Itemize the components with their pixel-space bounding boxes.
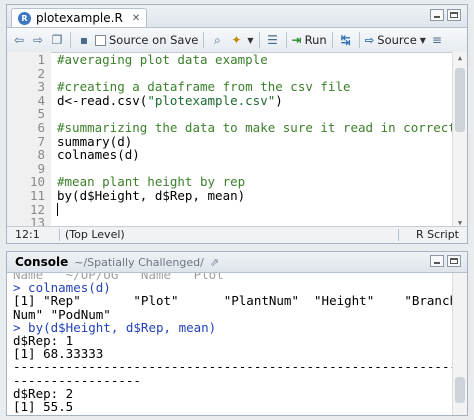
maximize-pane-button[interactable] [447, 255, 461, 267]
console-scrollbar-thumb[interactable] [455, 377, 465, 403]
toolbar-divider [358, 32, 360, 48]
back-arrow-icon[interactable]: ⇦ [11, 32, 27, 48]
source-label: Source [377, 33, 417, 47]
editor-status-bar: 12:1 (Top Level) R Script [7, 226, 467, 243]
go-to-directory-icon[interactable]: ⇗ [210, 256, 219, 269]
console-pane: Console ~/Spatially Challenged/ ⇗ Name ~… [6, 251, 468, 416]
source-button[interactable]: ⇨ Source ▼ [365, 33, 426, 47]
search-icon[interactable]: ⌕ [209, 32, 225, 48]
code-line[interactable]: 8 colnames(d) [7, 148, 453, 162]
console-window-controls [430, 255, 461, 267]
source-editor-pane: R plotexample.R ✕ ⇦ ⇨ ❐ ▪ Source on Save… [6, 4, 468, 244]
line-number: 11 [29, 188, 45, 203]
forward-arrow-icon[interactable]: ⇨ [30, 32, 46, 48]
editor-tab-plotexample[interactable]: R plotexample.R ✕ [11, 8, 148, 27]
run-button[interactable]: ⇥ Run [292, 33, 327, 47]
file-type-selector[interactable]: R Script [416, 228, 459, 241]
minimize-pane-button[interactable] [430, 9, 444, 21]
toolbar-divider [70, 32, 71, 48]
code-line[interactable]: 1 #averaging plot data example [7, 53, 453, 67]
console-line: [1] 55.5 [13, 399, 74, 414]
toolbar-divider [203, 32, 205, 48]
editor-tab-bar: R plotexample.R ✕ [7, 5, 467, 28]
source-on-save-label[interactable]: Source on Save [109, 33, 198, 47]
run-label: Run [304, 33, 327, 47]
toolbar-divider [331, 32, 333, 48]
editor-scrollbar-thumb[interactable] [455, 68, 465, 132]
cursor-position: 12:1 [15, 228, 40, 241]
code-line[interactable]: 6 #summarizing the data to make sure it r… [7, 120, 467, 135]
scope-selector[interactable]: (Top Level) [65, 228, 125, 241]
chevron-down-icon[interactable]: ▼ [247, 36, 253, 45]
console-title[interactable]: Console [15, 255, 68, 269]
rerun-icon[interactable]: ↹ [338, 32, 354, 48]
editor-scrollbar[interactable]: ▲ ▼ [452, 52, 467, 229]
console-scrollbar[interactable] [452, 273, 467, 415]
code-text: #averaging plot data example [57, 52, 268, 67]
console-output[interactable]: Name ~/UP/UG Name Plot > colnames(d) [1] "… [7, 273, 453, 415]
editor-toolbar: ⇦ ⇨ ❐ ▪ Source on Save ⌕ ✦ ▼ ☰ ⇥ Run ↹ ⇨… [7, 28, 467, 53]
more-options-icon[interactable]: ≡ [429, 32, 445, 48]
code-editor[interactable]: 1 #averaging plot data example 2 3 #creating… [7, 52, 467, 229]
toolbar-divider [285, 32, 287, 48]
line-number: 1 [37, 52, 45, 67]
text-cursor [57, 202, 58, 216]
status-divider [59, 229, 60, 241]
run-arrow-icon: ⇥ [291, 33, 302, 47]
scroll-up-arrow-icon[interactable]: ▲ [453, 52, 467, 64]
editor-window-controls [430, 9, 461, 21]
close-tab-icon[interactable]: ✕ [132, 13, 140, 24]
status-divider [398, 229, 399, 241]
code-line[interactable]: 12 [7, 202, 453, 217]
toolbar-divider [258, 32, 260, 48]
chevron-down-icon: ▼ [419, 35, 426, 45]
source-arrow-icon: ⇨ [364, 33, 375, 47]
code-text: d<-read.csv("plotexample.csv") [57, 92, 283, 108]
pane-splitter[interactable] [0, 246, 474, 250]
minimize-pane-button[interactable] [430, 255, 444, 267]
code-text: colnames(d) [57, 147, 140, 163]
code-line[interactable]: 11 by(d$Height, d$Rep, mean) [7, 189, 453, 203]
save-icon[interactable]: ▪ [76, 32, 92, 48]
maximize-pane-button[interactable] [447, 9, 461, 21]
source-on-save-checkbox[interactable] [95, 34, 106, 46]
code-line[interactable]: 4 d<-read.csv("plotexample.csv") [7, 92, 453, 108]
document-outline-icon[interactable]: ☰ [265, 32, 281, 48]
r-file-icon: R [18, 11, 31, 25]
editor-tab-label: plotexample.R [36, 11, 123, 25]
code-text: #summarizing the data to make sure it re… [57, 120, 467, 135]
console-header: Console ~/Spatially Challenged/ ⇗ [7, 252, 467, 273]
line-number: 6 [37, 120, 45, 135]
show-in-window-icon[interactable]: ❐ [49, 32, 65, 48]
working-directory-path: ~/Spatially Challenged/ [74, 255, 204, 269]
code-tools-wand-icon[interactable]: ✦ [228, 32, 244, 48]
code-text: by(d$Height, d$Rep, mean) [57, 188, 246, 203]
